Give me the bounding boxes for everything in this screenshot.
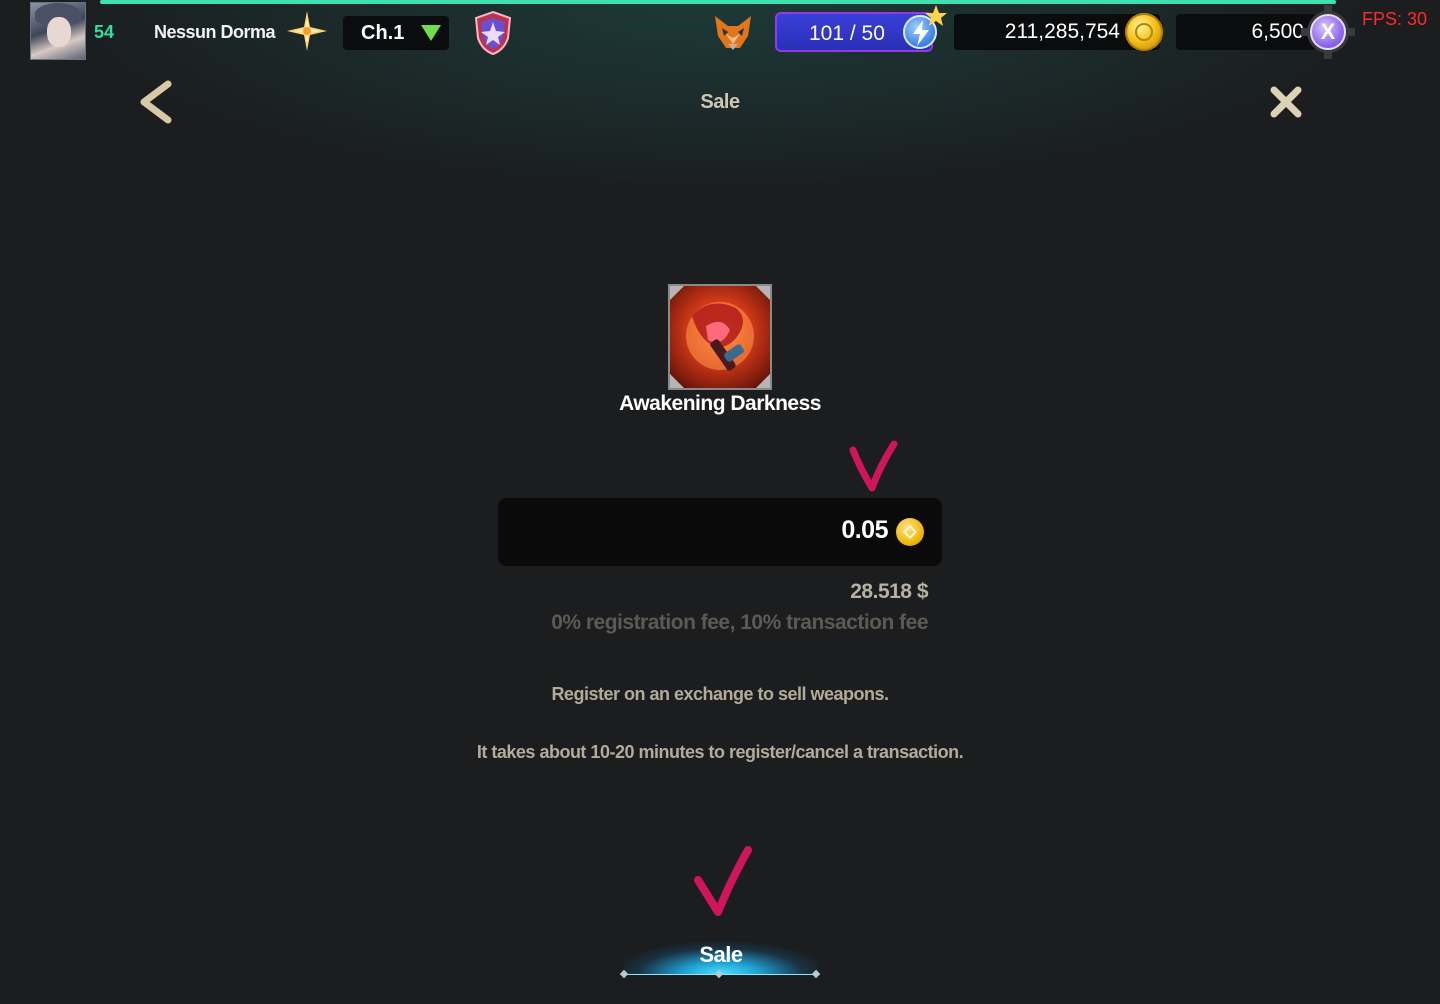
avatar-face <box>47 17 71 47</box>
token-counter: 6,500 <box>1176 14 1316 50</box>
gold-coin-icon <box>1125 13 1163 51</box>
bnb-coin-icon <box>896 518 924 546</box>
avatar[interactable] <box>30 2 86 60</box>
item-name: Awakening Darkness <box>619 392 821 415</box>
page-title: Sale <box>700 91 740 113</box>
check-mark-icon <box>849 440 898 492</box>
shield-icon[interactable] <box>472 10 514 56</box>
player-name: Nessun Dorma <box>154 22 276 42</box>
star-icon[interactable] <box>286 10 328 52</box>
sale-screen: 54 Nessun Dorma Ch.1 101 / 50 211,285,75… <box>0 0 1440 1004</box>
button-ornament-right <box>811 969 821 979</box>
token-value: 6,500 <box>1251 20 1304 43</box>
price-value: 0.05 <box>841 516 888 544</box>
back-arrow-icon[interactable] <box>136 80 176 124</box>
chapter-select[interactable]: Ch.1 <box>343 16 449 50</box>
close-icon[interactable] <box>1266 82 1306 122</box>
chevron-down-icon <box>421 25 441 41</box>
player-level: 54 <box>94 22 115 42</box>
weapon-icon <box>668 284 772 390</box>
gold-value: 211,285,754 <box>1004 20 1120 43</box>
x-token-icon: X <box>1310 14 1346 50</box>
notice-register: Register on an exchange to sell weapons. <box>551 684 889 704</box>
price-input[interactable]: 0.05 <box>498 498 942 566</box>
sale-button-label: Sale <box>699 942 743 967</box>
small-star-icon <box>925 5 947 26</box>
energy-value: 101 / 50 <box>809 22 885 45</box>
fps-counter: FPS: 30 <box>1362 9 1428 29</box>
check-mark-icon <box>694 846 752 916</box>
notice-timing: It takes about 10-20 minutes to register… <box>476 742 964 762</box>
sale-button[interactable]: Sale <box>624 930 818 975</box>
progress-line <box>100 0 1336 4</box>
usd-value: 28.518 $ <box>850 580 928 603</box>
fox-icon[interactable] <box>712 14 754 52</box>
chapter-label: Ch.1 <box>361 22 405 44</box>
energy-counter[interactable]: 101 / 50 <box>775 12 937 52</box>
fee-info: 0% registration fee, 10% transaction fee <box>551 611 928 634</box>
